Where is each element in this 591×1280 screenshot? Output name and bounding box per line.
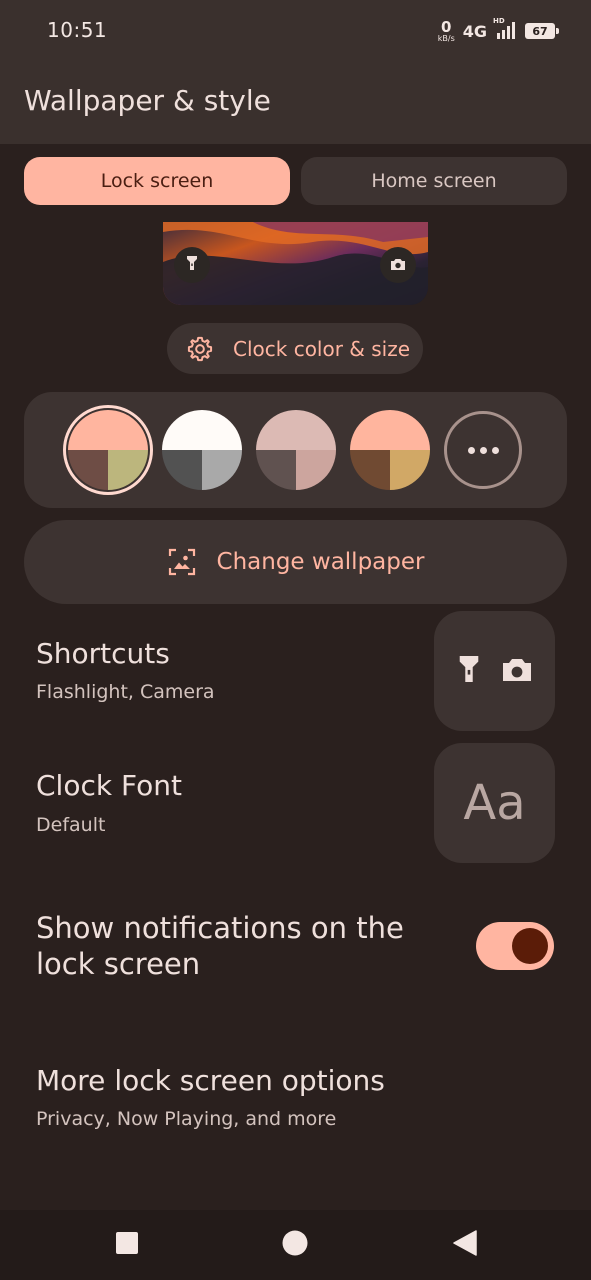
clock-color-size-label: Clock color & size <box>233 336 411 361</box>
camera-icon <box>390 256 406 275</box>
preview-camera-shortcut <box>380 247 416 283</box>
status-icons: 0 kB/s 4G HD 67 <box>437 17 559 44</box>
signal-icon: HD <box>493 17 517 41</box>
swatch-segment <box>256 450 296 490</box>
color-swatch-1[interactable] <box>68 410 148 490</box>
network-speed: 0 kB/s <box>437 17 455 43</box>
network-type: 4G <box>462 21 487 41</box>
color-swatch-3[interactable] <box>256 410 336 490</box>
gear-icon <box>186 335 214 363</box>
tab-home-screen[interactable]: Home screen <box>301 157 567 205</box>
clock-font-tile[interactable]: Aa <box>434 743 555 863</box>
lock-screen-preview[interactable] <box>163 222 428 305</box>
swatch-segment <box>162 450 202 490</box>
clock-font-title: Clock Font <box>36 769 182 802</box>
clock-font-preview: Aa <box>463 775 526 831</box>
shortcuts-subtitle: Flashlight, Camera <box>36 681 215 703</box>
camera-icon <box>501 655 533 687</box>
home-button[interactable] <box>282 1230 308 1260</box>
swatch-segment <box>108 450 148 490</box>
color-palette <box>24 392 567 508</box>
change-wallpaper-label: Change wallpaper <box>216 549 425 575</box>
battery-icon: 67 <box>525 23 559 39</box>
swatch-segment <box>68 410 148 450</box>
status-time: 10:51 <box>47 18 108 42</box>
swatch-segment <box>296 450 336 490</box>
more-colors-button[interactable] <box>444 411 522 489</box>
shortcuts-title: Shortcuts <box>36 637 170 670</box>
screen: 10:51 0 kB/s 4G HD 67 Wallpaper & style … <box>0 0 591 1280</box>
battery-level: 67 <box>532 24 548 38</box>
status-bar: 10:51 0 kB/s 4G HD 67 <box>0 0 591 62</box>
swatch-segment <box>350 410 430 450</box>
color-swatch-2[interactable] <box>162 410 242 490</box>
color-swatch-4[interactable] <box>350 410 430 490</box>
recents-button[interactable] <box>114 1232 140 1258</box>
flashlight-icon <box>185 255 199 275</box>
swatch-segment <box>162 410 242 450</box>
more-horiz-icon <box>467 446 499 454</box>
square-icon <box>116 1232 138 1258</box>
preview-flashlight-shortcut <box>174 247 210 283</box>
swatch-segment <box>256 410 336 450</box>
more-options-title: More lock screen options <box>36 1064 385 1097</box>
flashlight-icon <box>456 653 482 689</box>
swatch-segment <box>202 450 242 490</box>
swatch-segment <box>390 450 430 490</box>
network-speed-unit: kB/s <box>437 33 455 43</box>
back-button[interactable] <box>452 1230 478 1260</box>
app-bar: Wallpaper & style <box>0 62 591 144</box>
clock-font-subtitle: Default <box>36 814 106 836</box>
image-icon <box>167 547 197 577</box>
circle-icon <box>282 1230 308 1260</box>
change-wallpaper-button[interactable]: Change wallpaper <box>24 520 567 604</box>
toggle-thumb <box>512 928 548 964</box>
show-notifications-label: Show notifications on the lock screen <box>36 911 404 981</box>
more-options-subtitle: Privacy, Now Playing, and more <box>36 1108 337 1130</box>
swatch-segment <box>350 450 390 490</box>
navigation-bar <box>0 1210 591 1280</box>
clock-color-size-button[interactable]: Clock color & size <box>167 323 423 374</box>
network-speed-value: 0 <box>441 17 452 36</box>
triangle-back-icon <box>453 1230 477 1260</box>
swatch-segment <box>68 450 108 490</box>
tab-lock-screen[interactable]: Lock screen <box>24 157 290 205</box>
shortcuts-tile[interactable] <box>434 611 555 731</box>
show-notifications-toggle[interactable] <box>476 922 554 970</box>
page-title: Wallpaper & style <box>24 84 271 117</box>
